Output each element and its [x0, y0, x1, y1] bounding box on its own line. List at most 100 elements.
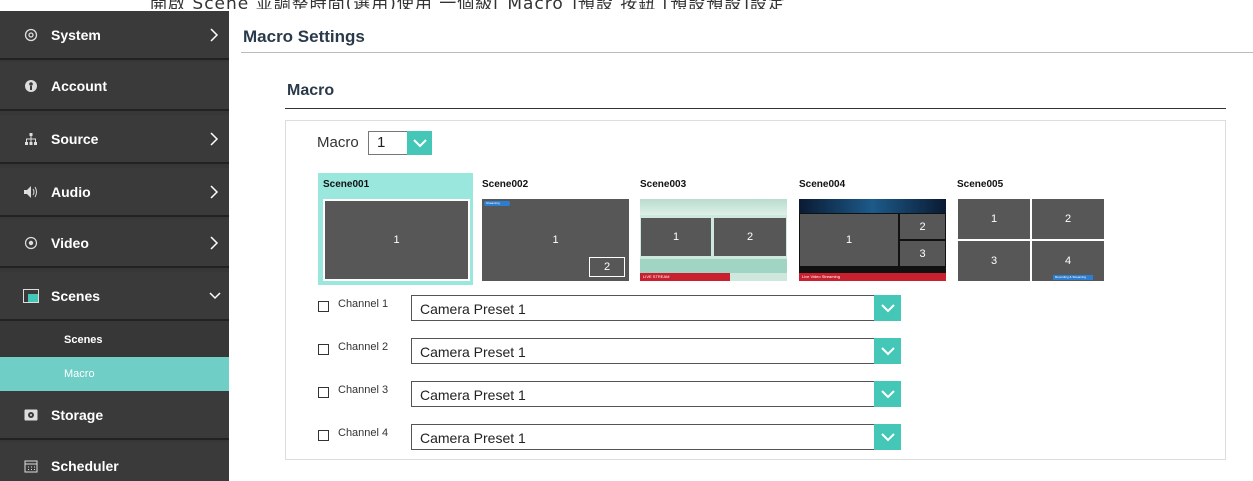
sidebar-item-system[interactable]: System — [0, 11, 229, 60]
sidebar-item-source[interactable]: Source — [0, 115, 229, 164]
chevron-down-icon[interactable] — [407, 131, 432, 155]
chevron-down-icon[interactable] — [874, 424, 901, 450]
chevron-right-icon — [209, 27, 219, 43]
chevron-down-icon — [209, 288, 221, 304]
macro-label: Macro — [317, 134, 359, 151]
macro-select[interactable]: 1 — [368, 131, 432, 155]
gear-icon — [23, 27, 39, 43]
chevron-down-icon[interactable] — [874, 295, 901, 321]
scene-cell: 1 — [325, 201, 468, 279]
scene-cell: 1 — [800, 214, 898, 266]
sidebar-item-account[interactable]: Account — [0, 62, 229, 111]
scene-thumbnail: 1 — [323, 199, 470, 281]
sitemap-icon — [23, 131, 39, 147]
scene-background — [799, 199, 946, 213]
scene-background — [640, 199, 787, 215]
scene-label: Scene002 — [482, 179, 529, 190]
scene-label: Scene005 — [957, 179, 1004, 190]
channel-3-preset-select[interactable]: Camera Preset 1 — [411, 381, 901, 407]
channel-1-checkbox[interactable] — [318, 301, 329, 312]
sidebar-item-video[interactable]: Video — [0, 219, 229, 268]
channel-row-1: Channel 1 Camera Preset 1 — [317, 295, 907, 323]
sidebar-subitem-scenes[interactable]: Scenes — [0, 323, 229, 357]
section-divider — [285, 108, 1226, 109]
scene-cell: 2 — [589, 257, 625, 277]
sidebar-subitem-label: Scenes — [64, 334, 103, 346]
chevron-right-icon — [209, 131, 219, 147]
scene-cell: 3 — [900, 241, 945, 266]
storage-icon — [23, 407, 39, 423]
sidebar-item-label: Storage — [51, 406, 104, 423]
channel-row-2: Channel 2 Camera Preset 1 — [317, 338, 907, 366]
scene-card-scene004[interactable]: Scene004 1 2 3 Live Video Streaming — [794, 173, 949, 285]
channel-label: Channel 3 — [338, 384, 389, 396]
calendar-icon — [23, 458, 39, 474]
channel-label: Channel 2 — [338, 341, 389, 353]
sidebar-item-scenes[interactable]: Scenes — [0, 272, 229, 321]
scene-cell: 1 — [641, 218, 711, 256]
scene-label: Scene004 — [799, 179, 846, 190]
sidebar-subitem-label: Macro — [64, 368, 95, 380]
channel-2-checkbox[interactable] — [318, 344, 329, 355]
sidebar-item-label: System — [51, 26, 101, 43]
channel-preset-value: Camera Preset 1 — [420, 430, 526, 446]
channel-preset-value: Camera Preset 1 — [420, 387, 526, 403]
title-divider — [241, 52, 1253, 53]
top-caption: 開啟 Scene 並調整時間(選用)使用 一個級[ Macro ]預設 按鈕 [… — [150, 0, 1250, 9]
chevron-right-icon — [209, 184, 219, 200]
scene-thumbnail: 1 2 3 Live Video Streaming — [799, 199, 946, 281]
sidebar-subitem-macro[interactable]: Macro — [0, 357, 229, 391]
radio-dot-icon — [23, 235, 39, 251]
chevron-right-icon — [209, 235, 219, 251]
chevron-down-icon[interactable] — [874, 381, 901, 407]
scene-cell: 2 — [714, 218, 786, 256]
scene-card-scene005[interactable]: Scene005 1 2 3 4 Recording & Streaming — [952, 173, 1107, 285]
streaming-overlay: Streaming — [484, 201, 510, 206]
channel-preset-value: Camera Preset 1 — [420, 301, 526, 317]
sidebar-item-scheduler[interactable]: Scheduler — [0, 442, 229, 481]
sidebar-item-label: Video — [51, 234, 89, 251]
scene-card-scene003[interactable]: Scene003 1 2 LIVE STREAM — [635, 173, 790, 285]
scene-banner: LIVE STREAM — [640, 273, 730, 281]
scenes-icon — [23, 288, 39, 304]
channel-row-4: Channel 4 Camera Preset 1 — [317, 424, 907, 452]
scene-cell: 2 — [900, 214, 945, 239]
channel-label: Channel 4 — [338, 427, 389, 439]
section-title: Macro — [287, 82, 335, 99]
channel-4-checkbox[interactable] — [318, 430, 329, 441]
scene-label: Scene001 — [323, 179, 370, 190]
scene-thumbnail: 1 2 LIVE STREAM — [640, 199, 787, 281]
channel-preset-value: Camera Preset 1 — [420, 344, 526, 360]
macro-panel — [285, 120, 1226, 460]
sidebar-item-audio[interactable]: Audio — [0, 168, 229, 217]
sidebar-item-label: Account — [51, 77, 107, 94]
channel-4-preset-select[interactable]: Camera Preset 1 — [411, 424, 901, 450]
sidebar-item-label: Scheduler — [51, 457, 119, 474]
channel-label: Channel 1 — [338, 298, 389, 310]
scene-card-scene002[interactable]: Scene002 1 Streaming 2 — [477, 173, 632, 285]
chevron-down-icon[interactable] — [874, 338, 901, 364]
sidebar-item-storage[interactable]: Storage — [0, 391, 229, 440]
scene-label: Scene003 — [640, 179, 687, 190]
sidebar-item-label: Audio — [51, 183, 91, 200]
sidebar-item-label: Scenes — [51, 287, 101, 304]
scene-banner: Recording & Streaming — [1053, 275, 1093, 280]
user-icon — [23, 78, 39, 94]
scene-banner: Live Video Streaming — [799, 273, 946, 281]
channel-1-preset-select[interactable]: Camera Preset 1 — [411, 295, 901, 321]
scene-cell: 2 — [1032, 199, 1104, 239]
speaker-icon — [23, 184, 39, 200]
scene-card-scene001[interactable]: Scene001 1 — [318, 173, 473, 285]
channel-row-3: Channel 3 Camera Preset 1 — [317, 381, 907, 409]
scene-background — [640, 259, 787, 273]
page-title: Macro Settings — [243, 27, 365, 46]
scene-cell: 3 — [958, 241, 1030, 281]
scene-cell: 1 — [958, 199, 1030, 239]
sidebar-item-label: Source — [51, 130, 99, 147]
scene-thumbnail: 1 2 3 4 Recording & Streaming — [957, 199, 1104, 281]
sidebar: System Account Source Audio Video Scenes — [0, 11, 229, 481]
scene-thumbnail: 1 Streaming 2 — [482, 199, 629, 281]
channel-2-preset-select[interactable]: Camera Preset 1 — [411, 338, 901, 364]
macro-select-value: 1 — [377, 134, 386, 151]
channel-3-checkbox[interactable] — [318, 387, 329, 398]
